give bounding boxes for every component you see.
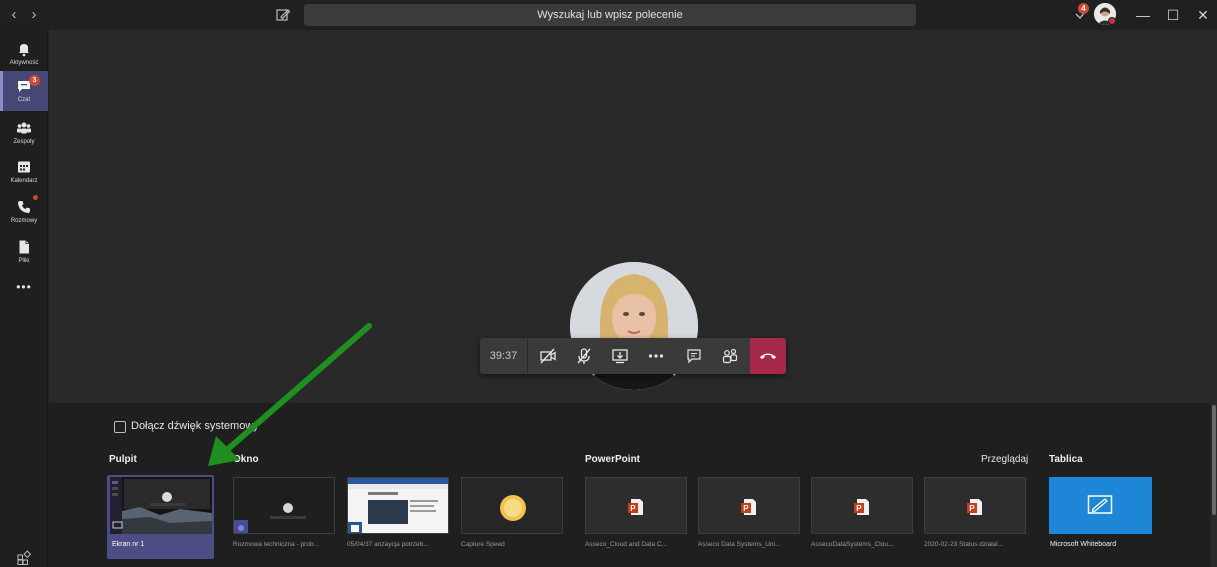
- powerpoint-tile[interactable]: P: [924, 477, 1026, 534]
- section-window: Okno: [233, 454, 259, 465]
- rail-label-calls: Rozmowy: [10, 218, 38, 224]
- more-actions-button[interactable]: [638, 338, 674, 374]
- maximize-icon[interactable]: ☐: [1162, 4, 1184, 26]
- back-icon[interactable]: ‹: [5, 6, 23, 24]
- window-tile[interactable]: [347, 477, 449, 534]
- rail-label-chat: Czat: [17, 97, 31, 103]
- powerpoint-icon: P: [966, 498, 984, 516]
- powerpoint-tile[interactable]: P: [811, 477, 913, 534]
- window-tile-label: Capture Speed: [461, 541, 505, 548]
- bell-icon: [16, 41, 32, 57]
- rail-label-activity: Aktywność: [9, 60, 39, 66]
- hang-up-button[interactable]: [750, 338, 786, 374]
- rail-item-chat[interactable]: 3 Czat: [0, 71, 48, 111]
- notification-badge: 4: [1078, 3, 1089, 14]
- svg-text:P: P: [856, 504, 862, 513]
- powerpoint-icon: P: [853, 498, 871, 516]
- browse-button[interactable]: Przeglądaj: [981, 454, 1028, 465]
- powerpoint-icon: P: [740, 498, 758, 516]
- svg-text:P: P: [969, 504, 975, 513]
- whiteboard-tile[interactable]: [1049, 477, 1152, 534]
- powerpoint-tile-label: 2020-02-23 Status działal...: [924, 541, 1004, 548]
- desktop-thumbnail: [110, 477, 212, 534]
- section-desktop: Pulpit: [109, 454, 137, 465]
- file-icon: [16, 239, 32, 255]
- compose-icon[interactable]: [274, 6, 292, 24]
- powerpoint-icon: P: [627, 498, 645, 516]
- hang-up-icon: [750, 353, 786, 378]
- participants-button[interactable]: [712, 338, 748, 374]
- window-tile[interactable]: [233, 477, 335, 534]
- rail-item-teams[interactable]: Zespoły: [0, 113, 48, 153]
- mic-off-button[interactable]: [566, 338, 602, 374]
- section-powerpoint: PowerPoint: [585, 454, 641, 465]
- window-tile-label: 05/04/37 anzaycja potrzeb...: [347, 541, 429, 548]
- store-icon[interactable]: [16, 549, 32, 565]
- minimize-icon[interactable]: —: [1132, 4, 1154, 26]
- forward-icon[interactable]: ›: [25, 6, 43, 24]
- calls-notification-dot: [33, 195, 38, 200]
- rail-label-calendar: Kalendarz: [10, 178, 38, 184]
- svg-text:P: P: [630, 504, 636, 513]
- whiteboard-icon: [1087, 493, 1113, 522]
- phone-icon: [16, 199, 32, 215]
- svg-text:P: P: [743, 504, 749, 513]
- powerpoint-tile-label: Asseco Data Systems_Uni...: [698, 541, 781, 548]
- conversation-button[interactable]: [676, 338, 712, 374]
- rail-item-calendar[interactable]: Kalendarz: [0, 152, 48, 192]
- powerpoint-tile-label: Asseco_Cloud and Data C...: [585, 541, 668, 548]
- whiteboard-tile-label: Microsoft Whiteboard: [1050, 541, 1117, 548]
- camera-off-button[interactable]: [530, 338, 566, 374]
- call-controls-bar: 39:37: [480, 338, 786, 374]
- window-tile-label: Rozmowa techniczna - prob...: [233, 541, 319, 548]
- powerpoint-tile[interactable]: P: [698, 477, 800, 534]
- presence-busy-icon: [1108, 17, 1116, 25]
- window-tile[interactable]: [461, 477, 563, 534]
- powerpoint-tile[interactable]: P: [585, 477, 687, 534]
- more-apps-icon[interactable]: •••: [0, 280, 48, 300]
- call-timer: 39:37: [480, 338, 528, 374]
- chat-badge: 3: [29, 75, 40, 86]
- rail-label-files: Pliki: [18, 258, 30, 264]
- calendar-icon: [16, 159, 32, 175]
- powerpoint-tile-label: AssecoDataSystems_Clou...: [811, 541, 894, 548]
- rail-label-teams: Zespoły: [13, 139, 35, 145]
- scrollbar-thumb[interactable]: [1212, 405, 1216, 515]
- rail-item-calls[interactable]: Rozmowy: [0, 192, 48, 232]
- rail-item-activity[interactable]: Aktywność: [0, 34, 48, 74]
- desktop-tile-label: Ekran nr 1: [112, 541, 145, 548]
- rail-item-files[interactable]: Pliki: [0, 232, 48, 272]
- teams-icon: [16, 120, 32, 136]
- system-audio-checkbox[interactable]: [114, 421, 126, 433]
- share-tray-button[interactable]: [602, 338, 638, 374]
- section-whiteboard: Tablica: [1049, 454, 1083, 465]
- search-input[interactable]: Wyszukaj lub wpisz polecenie: [304, 4, 916, 26]
- system-audio-label: Dołącz dźwięk systemowy: [131, 420, 259, 432]
- close-icon[interactable]: ✕: [1192, 4, 1214, 26]
